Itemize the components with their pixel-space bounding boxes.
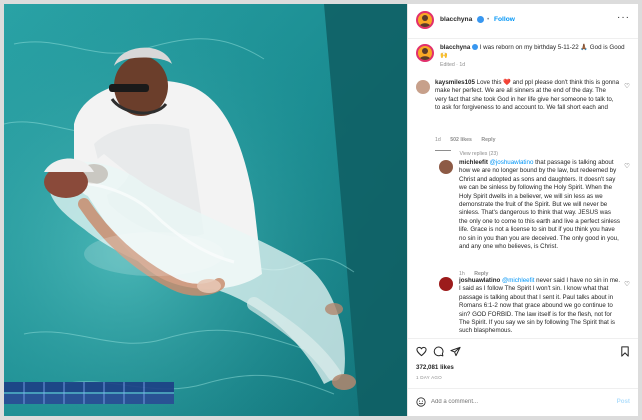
- action-bar: [408, 342, 638, 362]
- screenshot-frame: blacchyna • Follow ··· blacchyna I was r…: [0, 0, 642, 420]
- add-comment-input[interactable]: [431, 396, 591, 408]
- likes-row: 372,081 likes: [408, 364, 638, 374]
- reply-text-block: michleefit @joshuawlatino that passage i…: [459, 159, 621, 251]
- verified-badge-icon: [477, 16, 484, 23]
- comment-text-block: kaysmiles105 Love this ❤️ and ppl please…: [435, 79, 619, 113]
- reply-username[interactable]: michleefit: [459, 159, 488, 166]
- verified-badge-icon: [472, 44, 478, 51]
- post-time: 1 DAY AGO: [416, 375, 442, 380]
- smiley-icon[interactable]: [416, 397, 426, 407]
- post-details-panel: blacchyna • Follow ··· blacchyna I was r…: [407, 4, 638, 416]
- heart-icon[interactable]: [416, 346, 427, 357]
- reply-username[interactable]: joshuawlatino: [459, 277, 500, 284]
- reply-item: michleefit @joshuawlatino that passage i…: [408, 156, 638, 277]
- replies-line: [435, 150, 451, 152]
- post-header: blacchyna • Follow ···: [408, 4, 638, 38]
- caption-meta: Edited · 1d: [440, 62, 466, 68]
- more-dots-icon[interactable]: ···: [617, 12, 630, 23]
- bookmark-icon[interactable]: [620, 346, 630, 357]
- time-row: 1 DAY AGO: [408, 375, 638, 383]
- actions-divider: [408, 338, 638, 339]
- caption-avatar[interactable]: [416, 44, 434, 62]
- reply-text: never said I have no sin in me. I said a…: [459, 277, 621, 335]
- header-divider: [408, 38, 638, 39]
- reply-mention[interactable]: @michleefit: [502, 277, 534, 284]
- post-caption: blacchyna I was reborn on my birthday 5-…: [408, 40, 638, 70]
- comment-item: kaysmiles105 Love this ❤️ and ppl please…: [408, 76, 638, 158]
- comment-username[interactable]: kaysmiles105: [435, 79, 475, 86]
- reply-item: joshuawlatino @michleefit never said I h…: [408, 274, 638, 344]
- author-avatar[interactable]: [416, 11, 434, 29]
- caption-username[interactable]: blacchyna: [440, 44, 470, 51]
- likes-count[interactable]: 372,081 likes: [416, 364, 454, 372]
- heart-icon[interactable]: ♡: [624, 82, 630, 90]
- share-icon[interactable]: [450, 346, 461, 357]
- baptism-photo-illustration: [4, 4, 407, 416]
- follow-button[interactable]: Follow: [494, 16, 515, 24]
- commenter-avatar[interactable]: [416, 80, 430, 94]
- heart-icon[interactable]: ♡: [624, 280, 630, 288]
- add-comment-bar: Post: [408, 390, 638, 414]
- post-photo[interactable]: [4, 4, 407, 416]
- caption-text-block: blacchyna I was reborn on my birthday 5-…: [440, 44, 628, 61]
- comment-box-divider: [408, 388, 638, 389]
- header-dot: •: [487, 16, 490, 23]
- commenter-avatar[interactable]: [439, 160, 453, 174]
- commenter-avatar[interactable]: [439, 277, 453, 291]
- author-username[interactable]: blacchyna: [440, 16, 472, 24]
- reply-text: that passage is talking about how we are…: [459, 159, 620, 251]
- reply-text-block: joshuawlatino @michleefit never said I h…: [459, 277, 621, 336]
- comment-icon[interactable]: [433, 346, 444, 357]
- reply-mention[interactable]: @joshuawlatino: [490, 159, 534, 166]
- heart-icon[interactable]: ♡: [624, 162, 630, 170]
- post-comment-button[interactable]: Post: [617, 398, 630, 406]
